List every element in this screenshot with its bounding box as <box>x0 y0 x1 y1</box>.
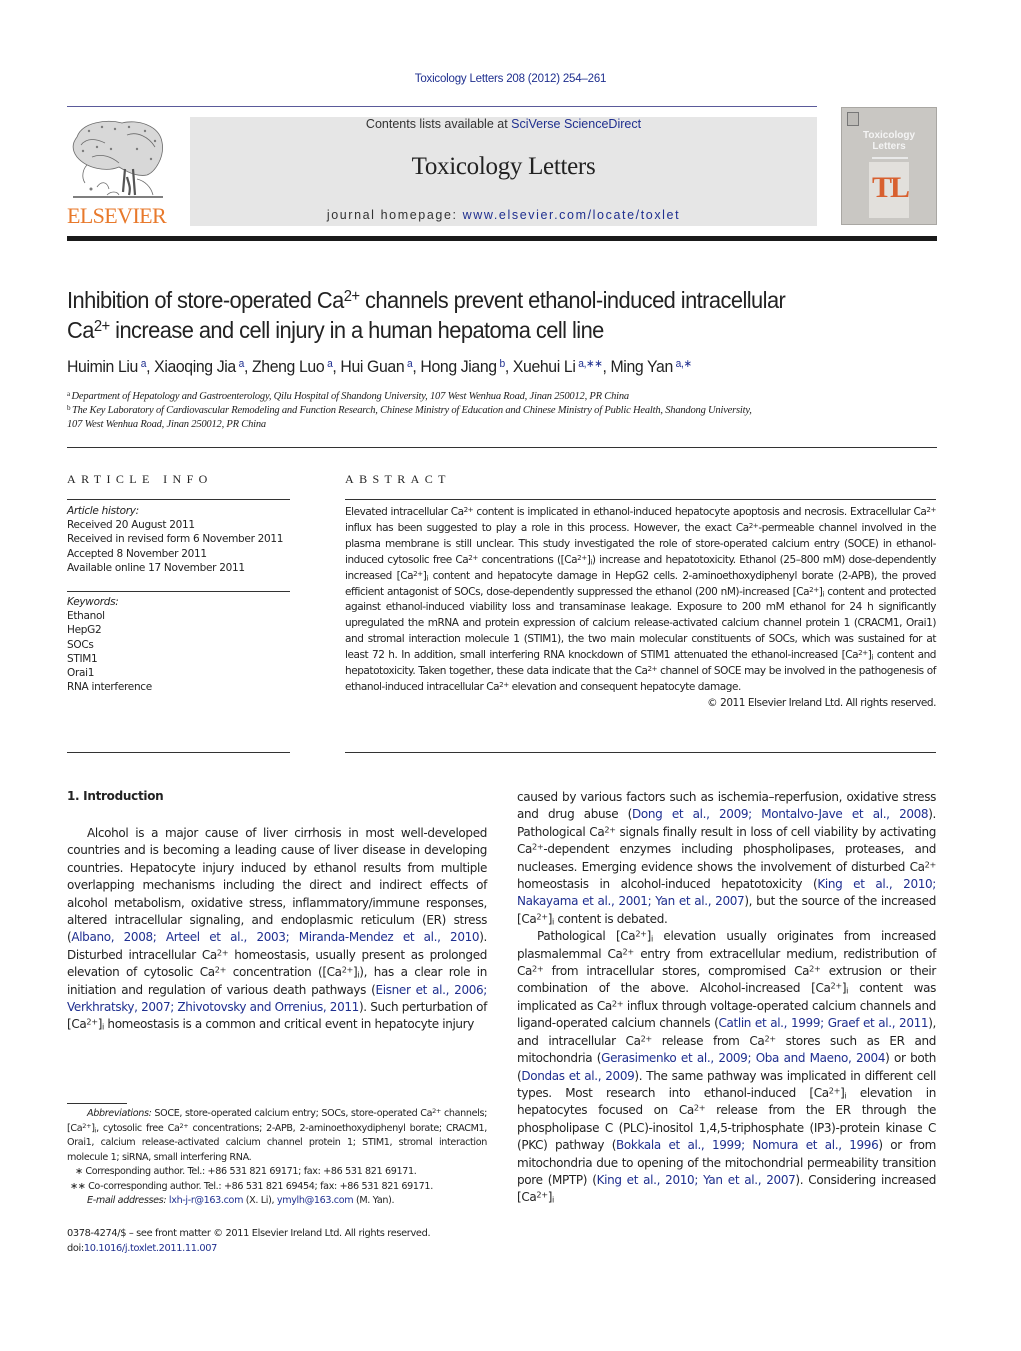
journal-homepage-link[interactable]: www.elsevier.com/locate/toxlet <box>463 208 681 222</box>
author-affiliation-marker[interactable]: a,∗ <box>676 358 692 370</box>
doi-line: doi:10.1016/j.toxlet.2011.11.007 <box>67 1243 218 1254</box>
abstract-paragraph: Elevated intracellular Ca2+ content is i… <box>345 504 937 693</box>
history-item: Received in revised form 6 November 2011 <box>67 533 284 546</box>
intro-paragraph-2: Pathological [Ca2+]i elevation usually o… <box>517 928 937 1205</box>
author-name: Hui Guan <box>340 357 405 376</box>
doi-link[interactable]: 10.1016/j.toxlet.2011.11.007 <box>84 1243 218 1254</box>
affiliation-line: b The Key Laboratory of Cardiovascular R… <box>67 403 752 416</box>
abstract-body: Elevated intracellular Ca2+ content is i… <box>345 505 936 712</box>
affiliation-rule <box>67 447 937 448</box>
homepage-line: journal homepage: www.elsevier.com/locat… <box>190 208 817 222</box>
affiliation-line: 107 West Wenhua Road, Jinan 250012, PR C… <box>67 419 266 430</box>
email-footnote: E-mail addresses: lxh-j-r@163.com (X. Li… <box>67 1194 487 1209</box>
history-item: Received 20 August 2011 <box>67 519 195 532</box>
elsevier-logo: ELSEVIER <box>67 117 167 229</box>
journal-banner: Contents lists available at SciVerse Sci… <box>190 117 817 226</box>
author-affiliation-marker[interactable]: a <box>327 358 333 370</box>
author-name: Hong Jiang <box>420 357 497 376</box>
author-affiliation-marker[interactable]: a,∗∗ <box>578 358 603 370</box>
email-link[interactable]: lxh-j-r@163.com <box>169 1195 244 1206</box>
elsevier-tree-icon <box>72 120 163 198</box>
abstract-copyright: © 2011 Elsevier Ireland Ltd. All rights … <box>707 696 936 709</box>
affiliation-line: a Department of Hepatology and Gastroent… <box>67 389 629 402</box>
abstract-heading: ABSTRACT <box>345 472 451 486</box>
intro-paragraph-1-continued: caused by various factors such as ischem… <box>517 790 936 927</box>
footnote-rule <box>67 1103 127 1104</box>
header-rule <box>67 106 817 107</box>
keywords-block: Keywords: Ethanol HepG2 SOCs STIM1 Orai1 RNA … <box>67 595 292 694</box>
article-info-bottom-rule <box>67 752 290 753</box>
cover-title-line1: Toxicology <box>862 130 916 141</box>
contents-line: Contents lists available at SciVerse Sci… <box>190 117 817 131</box>
history-label: Article history: <box>67 505 139 517</box>
homepage-prefix: journal homepage: <box>326 208 463 222</box>
keywords-label: Keywords: <box>67 596 119 608</box>
body-column-right: caused by various factors such as ischem… <box>517 789 936 1207</box>
cover-title-line2: Letters <box>872 141 906 152</box>
keyword-item: HepG2 <box>67 624 102 637</box>
journal-cover-image: Toxicology Letters TL <box>841 107 937 225</box>
author-affiliation-marker[interactable]: a <box>407 358 413 370</box>
journal-title: Toxicology Letters <box>411 153 596 180</box>
keywords-rule <box>67 591 290 592</box>
author-affiliation-marker[interactable]: a <box>239 358 245 370</box>
abbreviations-footnote: Abbreviations: SOCE, store-operated calc… <box>67 1107 487 1163</box>
author-name: Xiaoqing Jia <box>154 357 236 376</box>
keyword-item: STIM1 <box>67 652 98 665</box>
history-item: Accepted 8 November 2011 <box>67 547 207 560</box>
history-list: Received 20 August 2011 Received in revis… <box>67 518 292 575</box>
elsevier-wordmark: ELSEVIER <box>67 203 167 228</box>
cover-title: Toxicology Letters <box>842 130 936 152</box>
author-name: Ming Yan <box>610 357 674 376</box>
affiliations: a Department of Hepatology and Gastroent… <box>67 390 947 432</box>
cover-subtitle-bar <box>872 157 908 159</box>
keyword-list: Ethanol HepG2 SOCs STIM1 Orai1 RNA interferen… <box>67 609 292 694</box>
article-title: Inhibition of store-operated Ca2+ channe… <box>67 285 946 345</box>
author-name: Zheng Luo <box>251 357 325 376</box>
contents-prefix: Contents lists available at <box>365 117 512 131</box>
title-line-2: Ca2+ increase and cell injury in a human… <box>67 317 604 343</box>
author-affiliation-marker[interactable]: a <box>141 358 147 370</box>
article-info-rule <box>67 499 290 500</box>
abstract-rule <box>345 499 936 500</box>
front-matter: 0378-4274/$ – see front matter © 2011 El… <box>67 1226 497 1256</box>
keyword-item: Orai1 <box>67 667 95 680</box>
section-heading-introduction: 1. Introduction <box>67 789 164 803</box>
email-list: lxh-j-r@163.com (X. Li), ymylh@163.com (… <box>168 1195 395 1206</box>
corresponding-author-footnote: ∗ Corresponding author. Tel.: +86 531 82… <box>75 1166 417 1177</box>
author-list: Huimin Liu a, Xiaoqing Jia a, Zheng Luo … <box>67 357 692 376</box>
keyword-item: Ethanol <box>67 610 105 623</box>
cover-monogram: TL <box>871 171 910 204</box>
keyword-item: SOCs <box>67 638 94 651</box>
sciencedirect-link[interactable]: SciVerse ScienceDirect <box>511 117 641 131</box>
intro-paragraph-1: Alcohol is a major cause of liver cirrho… <box>67 826 488 1033</box>
issn-line: 0378-4274/$ – see front matter © 2011 El… <box>67 1228 431 1239</box>
title-line-1: Inhibition of store-operated Ca2+ channe… <box>67 287 786 313</box>
abstract-bottom-rule <box>345 752 936 753</box>
keyword-item: RNA interference <box>67 681 152 694</box>
author-name: Xuehui Li <box>512 357 576 376</box>
body-column-left: Alcohol is a major cause of liver cirrho… <box>67 825 487 1034</box>
footnotes: Abbreviations: SOCE, store-operated calc… <box>67 1107 487 1209</box>
history-item: Available online 17 November 2011 <box>67 561 245 574</box>
journal-reference[interactable]: Toxicology Letters 208 (2012) 254–261 <box>0 73 1021 85</box>
co-corresponding-author-footnote: ∗∗ Co-corresponding author. Tel.: +86 53… <box>70 1180 433 1192</box>
article-history: Article history: Received 20 August 2011… <box>67 504 292 575</box>
header-thick-rule <box>67 236 937 241</box>
email-label: E-mail addresses: <box>87 1195 167 1206</box>
cover-publisher-icon <box>847 112 859 126</box>
author-name: Huimin Liu <box>67 357 138 376</box>
email-link[interactable]: ymylh@163.com <box>277 1195 354 1206</box>
author-affiliation-marker[interactable]: b <box>500 358 506 370</box>
article-info-heading: ARTICLE INFO <box>67 472 213 486</box>
